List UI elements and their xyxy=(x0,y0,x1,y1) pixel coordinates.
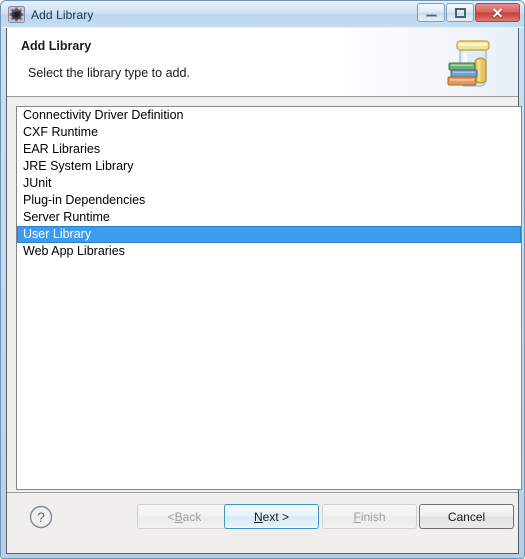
list-item[interactable]: Server Runtime xyxy=(17,209,521,226)
list-item[interactable]: EAR Libraries xyxy=(17,141,521,158)
list-item[interactable]: Plug-in Dependencies xyxy=(17,192,521,209)
dialog-client-area: Add Library Select the library type to a… xyxy=(6,28,522,554)
list-item[interactable]: Web App Libraries xyxy=(17,243,521,260)
back-button-label: ack xyxy=(182,509,202,524)
library-type-list[interactable]: Connectivity Driver Definition CXF Runti… xyxy=(16,106,522,490)
back-button[interactable]: < Back xyxy=(137,504,232,529)
maximize-icon xyxy=(454,7,466,18)
cancel-button[interactable]: Cancel xyxy=(419,504,514,529)
close-button[interactable]: ✕ xyxy=(475,3,520,22)
window-title: Add Library xyxy=(31,7,94,22)
cancel-button-label: Cancel xyxy=(447,509,486,524)
help-icon[interactable]: ? xyxy=(29,505,53,529)
list-item-selected[interactable]: User Library xyxy=(17,226,521,243)
maximize-button[interactable] xyxy=(446,3,474,22)
list-item[interactable]: JUnit xyxy=(17,175,521,192)
finish-button[interactable]: Finish xyxy=(322,504,417,529)
page-subtitle: Select the library type to add. xyxy=(28,66,190,80)
back-button-mnemonic: B xyxy=(174,509,183,524)
minimize-icon xyxy=(425,13,437,17)
window-controls: ✕ xyxy=(417,3,520,22)
eclipse-gear-icon xyxy=(8,6,25,23)
next-button-mnemonic: N xyxy=(253,509,263,524)
back-button-prefix: < xyxy=(167,509,175,524)
wizard-banner: Add Library Select the library type to a… xyxy=(7,28,518,97)
list-item[interactable]: CXF Runtime xyxy=(17,124,521,141)
finish-button-label: inish xyxy=(360,509,386,524)
minimize-button[interactable] xyxy=(417,3,445,22)
dialog-footer: ? < Back Next > Finish Cancel xyxy=(7,492,518,552)
add-library-dialog: Add Library ✕ Add Library Select the lib… xyxy=(0,0,525,559)
next-button[interactable]: Next > xyxy=(224,504,319,529)
page-title: Add Library xyxy=(21,39,92,53)
close-icon: ✕ xyxy=(491,4,504,21)
list-item[interactable]: Connectivity Driver Definition xyxy=(17,107,521,124)
next-button-label: ext > xyxy=(262,509,290,524)
library-jar-books-icon xyxy=(442,36,500,92)
svg-text:?: ? xyxy=(37,509,45,525)
finish-button-mnemonic: F xyxy=(353,509,361,524)
title-bar[interactable]: Add Library ✕ xyxy=(1,1,524,28)
list-item[interactable]: JRE System Library xyxy=(17,158,521,175)
